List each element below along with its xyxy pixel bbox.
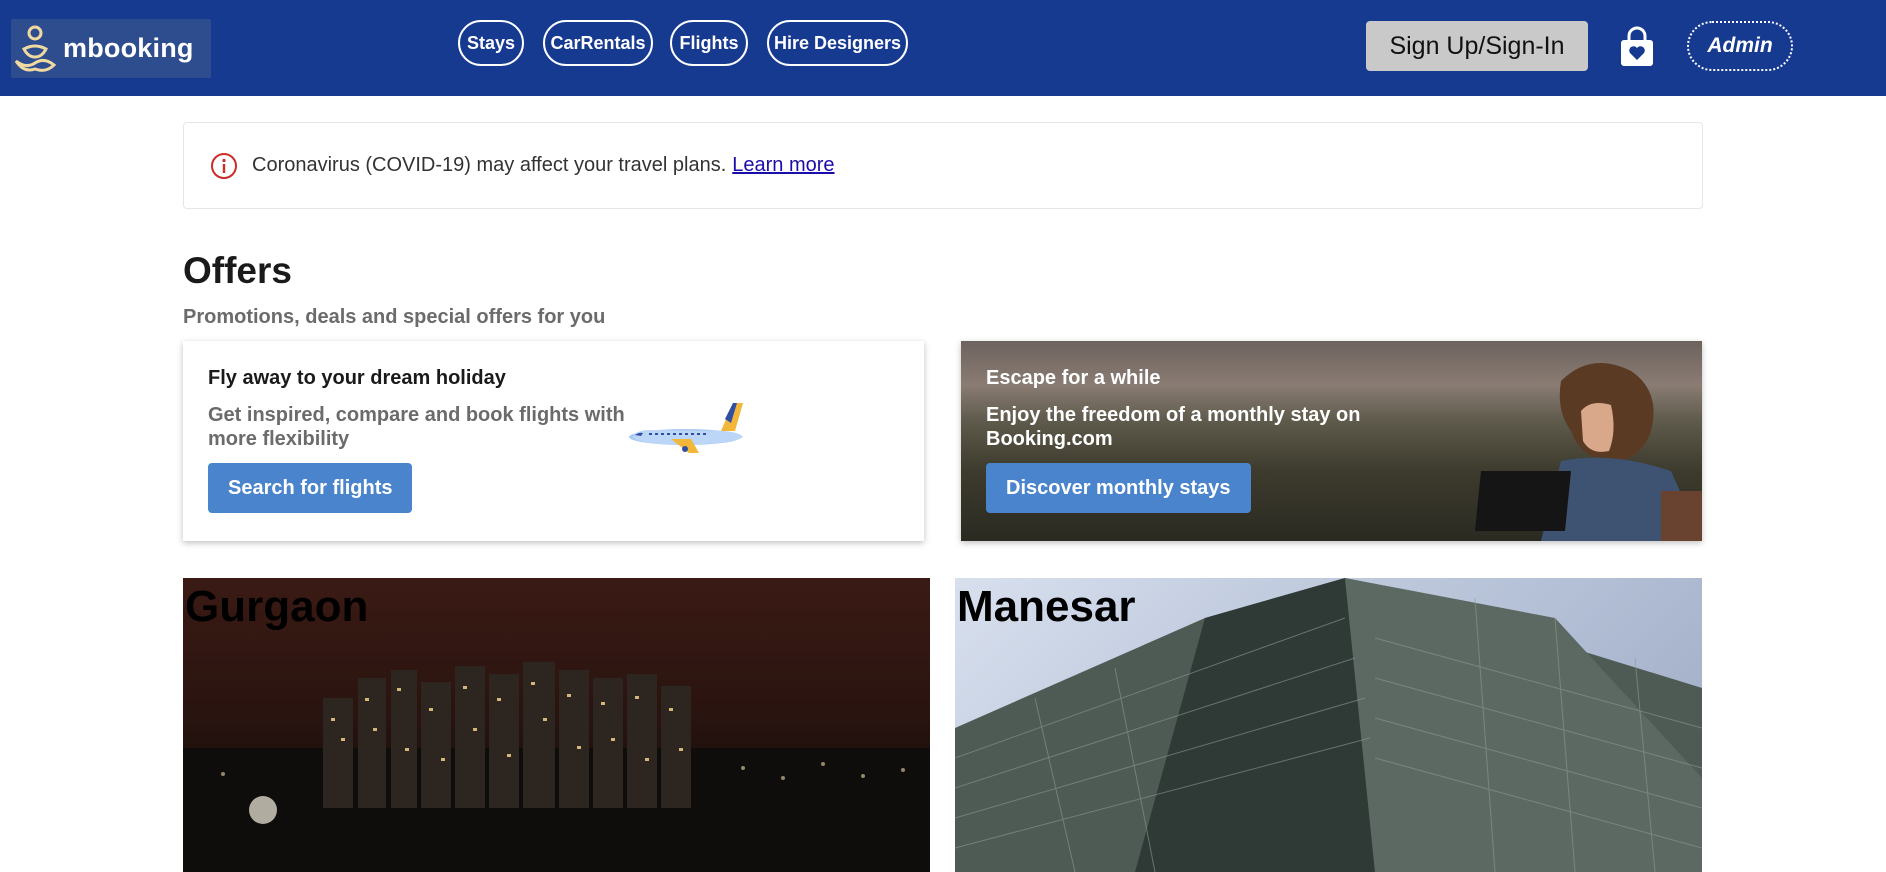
brand-logo[interactable]: mbooking [11, 19, 211, 78]
discover-monthly-stays-button[interactable]: Discover monthly stays [986, 463, 1251, 513]
brand-name: mbooking [63, 33, 194, 63]
airplane-icon [625, 401, 749, 455]
nav-carrentals[interactable]: CarRentals [543, 20, 653, 66]
city-tile-manesar[interactable]: Manesar [955, 578, 1702, 872]
covid-notice: Coronavirus (COVID-19) may affect your t… [183, 122, 1703, 209]
offer-card-description: Get inspired, compare and book flights w… [208, 404, 625, 450]
notice-text: Coronavirus (COVID-19) may affect your t… [252, 154, 727, 176]
city-name: Manesar [957, 582, 1136, 631]
offer-card-description: Enjoy the freedom of a monthly stay on B… [986, 404, 1361, 450]
info-icon [210, 152, 238, 180]
offer-card-flights: Fly away to your dream holiday Get inspi… [183, 341, 924, 541]
meditation-logo-icon [11, 19, 59, 78]
nav-stays[interactable]: Stays [458, 20, 524, 66]
top-navbar: mbooking Stays CarRentals Flights Hire D… [0, 0, 1886, 96]
offer-card-title: Fly away to your dream holiday [208, 367, 506, 389]
admin-button[interactable]: Admin [1687, 21, 1793, 71]
offer-card-title: Escape for a while [986, 367, 1161, 389]
search-flights-button[interactable]: Search for flights [208, 463, 413, 513]
offers-subtitle: Promotions, deals and special offers for… [183, 306, 606, 328]
signin-button[interactable]: Sign Up/Sign-In [1366, 21, 1588, 71]
traveler-photo [1475, 363, 1702, 541]
nav-hire-designers[interactable]: Hire Designers [767, 20, 908, 66]
city-tile-gurgaon[interactable]: Gurgaon [183, 578, 930, 872]
shopping-bag-icon[interactable] [1617, 26, 1657, 68]
offer-card-monthly-stays: Escape for a while Enjoy the freedom of … [961, 341, 1702, 541]
nav-flights[interactable]: Flights [670, 20, 748, 66]
city-name: Gurgaon [185, 582, 369, 631]
learn-more-link[interactable]: Learn more [732, 154, 834, 177]
offers-title: Offers [183, 250, 292, 291]
